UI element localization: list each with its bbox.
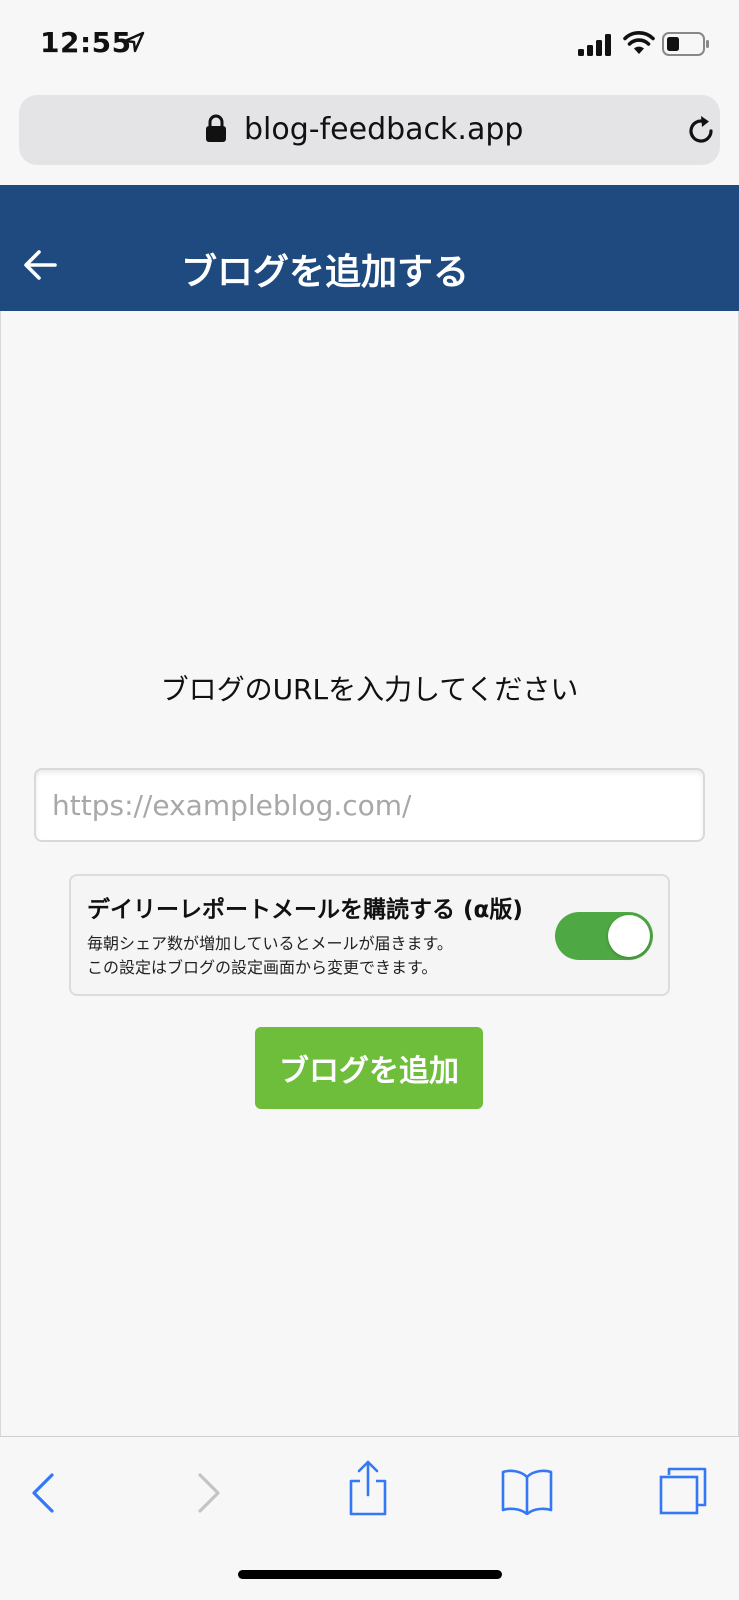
page-title: ブログを追加する xyxy=(180,252,469,293)
lock-icon xyxy=(206,114,226,142)
share-icon[interactable] xyxy=(346,1459,390,1517)
address-bar[interactable]: blog-feedback.app xyxy=(19,95,720,165)
subscribe-description-line2: この設定はブログの設定画面から変更できます。 xyxy=(87,958,438,977)
add-blog-button[interactable]: ブログを追加 xyxy=(255,1027,483,1109)
reload-icon[interactable] xyxy=(685,114,717,146)
status-time: 12:55 xyxy=(40,26,132,59)
address-text[interactable]: blog-feedback.app xyxy=(244,112,523,147)
forward-icon[interactable] xyxy=(196,1471,222,1515)
tabs-icon[interactable] xyxy=(657,1465,709,1517)
status-bar: 12:55 xyxy=(0,0,739,90)
subscribe-toggle[interactable] xyxy=(555,912,653,960)
toggle-knob xyxy=(608,915,650,957)
app-header: ブログを追加する xyxy=(0,185,739,311)
bookmarks-icon[interactable] xyxy=(500,1467,554,1515)
location-arrow-icon xyxy=(123,31,145,53)
signal-icon xyxy=(578,34,611,56)
home-indicator xyxy=(238,1570,502,1579)
daily-report-subscribe-box: デイリーレポートメールを購読する (α版) 毎朝シェア数が増加しているとメールが… xyxy=(69,874,670,996)
back-icon[interactable] xyxy=(30,1471,56,1515)
wifi-icon xyxy=(623,31,655,54)
blog-url-input[interactable] xyxy=(34,768,705,842)
subscribe-title: デイリーレポートメールを購読する (α版) xyxy=(87,897,523,923)
url-prompt: ブログのURLを入力してください xyxy=(160,673,579,706)
battery-icon xyxy=(662,32,709,56)
subscribe-description-line1: 毎朝シェア数が増加しているとメールが届きます。 xyxy=(87,934,453,953)
